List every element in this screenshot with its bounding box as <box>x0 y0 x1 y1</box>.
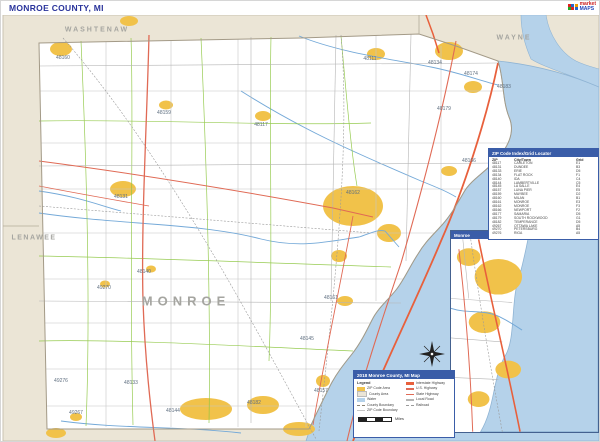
scale-bar <box>358 417 392 422</box>
inset-map-canvas <box>451 239 598 432</box>
zip-index-title: ZIP Code Index/Grid Locator <box>489 149 598 157</box>
sw-rr-swatch-icon <box>406 405 414 406</box>
sw-int-swatch-icon <box>406 382 414 385</box>
legend-section-header: Legend <box>357 381 402 385</box>
logo-squares-icon <box>568 4 578 11</box>
sw-rd-swatch-icon <box>406 399 414 400</box>
page-title: MONROE COUNTY, MI <box>9 3 104 13</box>
title-bar: MONROE COUNTY, MI market MAPS <box>1 1 600 15</box>
compass-rose <box>419 341 445 367</box>
legend-column-roads: Interstate HighwayU.S. HighwayState High… <box>406 381 451 414</box>
sw-us-swatch-icon <box>406 388 414 390</box>
legend-column-areas: Legend ZIP Code AreaCounty AreaWaterCoun… <box>357 381 402 414</box>
scale-unit-label: Miles <box>395 417 404 421</box>
zip-index-rows: 48117CARLETONE148131DUNDEEB348133ERIED54… <box>489 162 598 236</box>
sw-zb-swatch-icon <box>357 410 365 411</box>
sw-county-swatch-icon <box>357 391 367 397</box>
legend-item: Railroad <box>406 403 451 408</box>
brand-logo: market MAPS <box>568 2 596 12</box>
inset-map-panel: Monroe <box>450 230 599 433</box>
sw-zip-swatch-icon <box>357 387 365 391</box>
legend-title: 2018 Monroe County, MI Map <box>354 371 454 379</box>
zip-index-row: 49276RIGAA5 <box>492 232 595 236</box>
sw-st-swatch-icon <box>406 394 414 395</box>
zip-index-panel: ZIP Code Index/Grid Locator ZIPCity/Town… <box>488 148 599 240</box>
sw-cb-swatch-icon <box>357 405 365 406</box>
logo-text-line2: MAPS <box>580 7 596 12</box>
legend-panel: 2018 Monroe County, MI Map Legend ZIP Co… <box>353 370 455 438</box>
map-page: 4816048111481744813448183481594811748179… <box>0 0 600 442</box>
sw-water-swatch-icon <box>357 398 365 402</box>
legend-item: ZIP Code Boundary <box>357 408 402 413</box>
